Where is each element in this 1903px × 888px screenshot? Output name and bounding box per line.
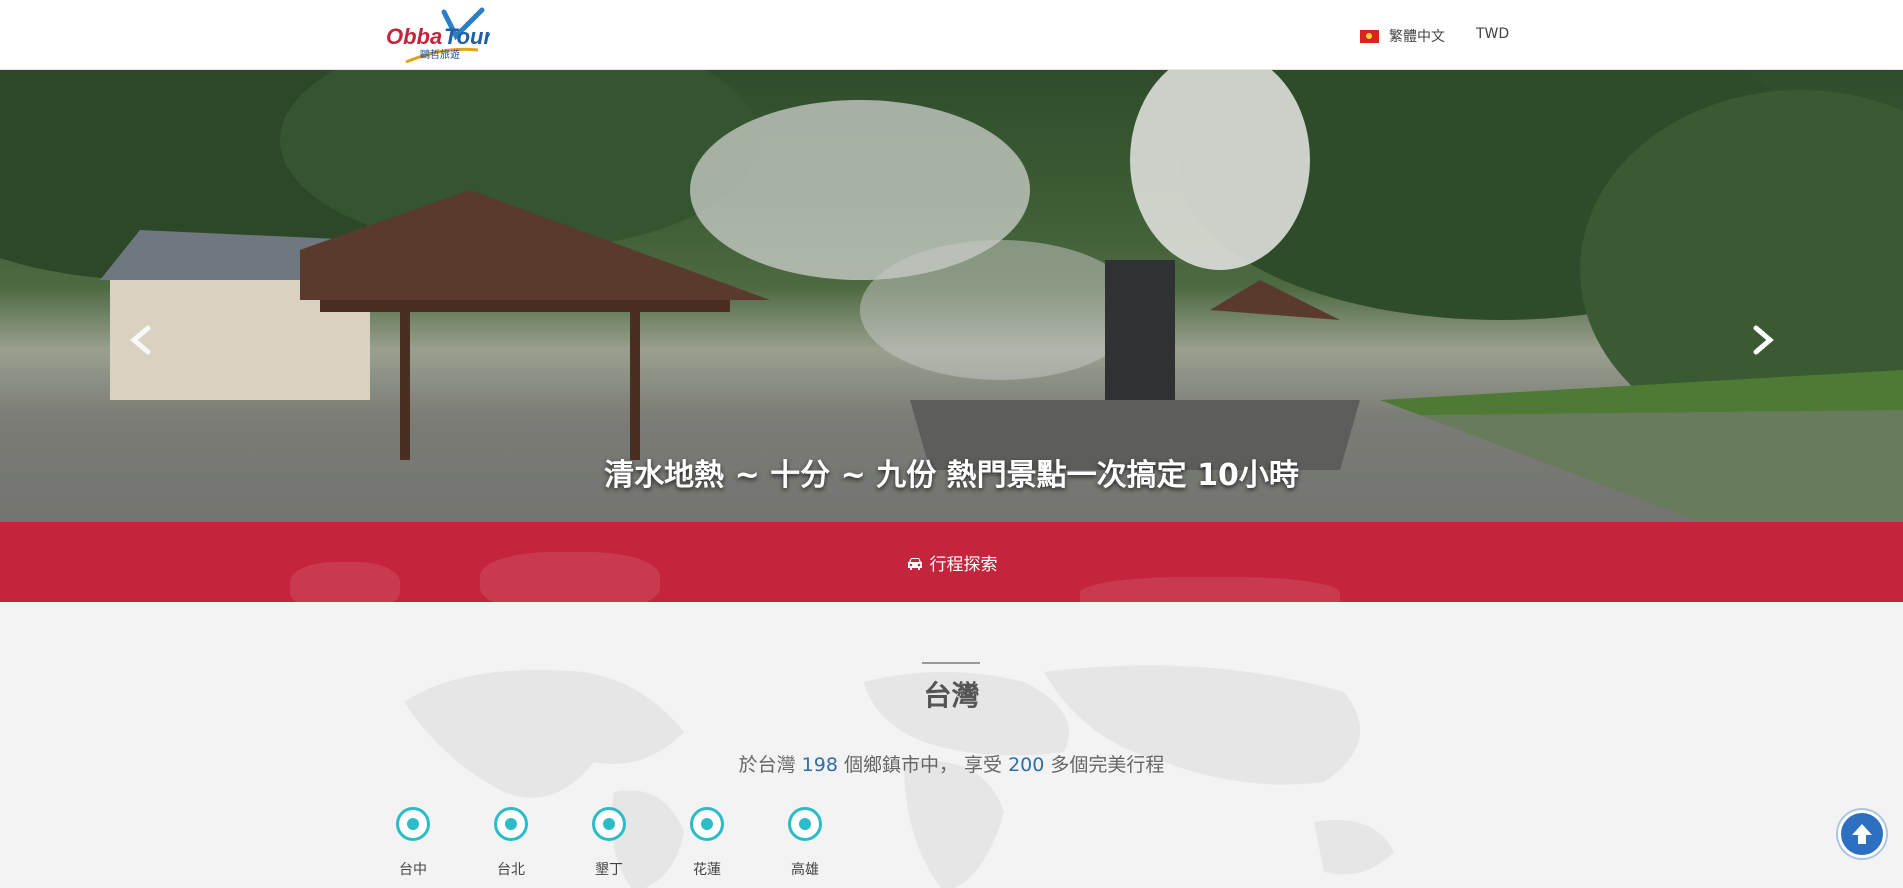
obba-tour-logo[interactable]: Obba Tour 鷗哲旅遊 bbox=[384, 6, 493, 64]
city-item-taichung[interactable]: 台中 bbox=[396, 807, 494, 879]
back-to-top-button[interactable] bbox=[1838, 810, 1886, 858]
svg-text:鷗哲旅遊: 鷗哲旅遊 bbox=[420, 48, 460, 61]
explore-label: 行程探索 bbox=[929, 555, 998, 575]
chevron-left-icon bbox=[130, 325, 151, 355]
radio-dot-icon bbox=[396, 807, 430, 841]
stats-middle: 個鄉鎮市中， 享受 bbox=[837, 754, 1009, 776]
city-label: 墾丁 bbox=[595, 862, 623, 878]
city-label: 花蓮 bbox=[693, 862, 721, 878]
chevron-right-icon bbox=[1753, 325, 1774, 355]
tours-count: 200 bbox=[1008, 754, 1045, 776]
car-icon bbox=[906, 556, 924, 577]
city-label: 台中 bbox=[399, 862, 427, 878]
logo-graphic: Obba Tour 鷗哲旅遊 bbox=[386, 7, 493, 64]
city-item-kenting[interactable]: 墾丁 bbox=[592, 807, 690, 879]
radio-dot-icon bbox=[690, 807, 724, 841]
carousel-next-button[interactable] bbox=[1742, 320, 1782, 360]
arrow-up-icon bbox=[1852, 824, 1872, 844]
radio-dot-icon bbox=[494, 807, 528, 841]
city-label: 台北 bbox=[497, 862, 525, 878]
band-decoration bbox=[1080, 577, 1340, 602]
towns-count: 198 bbox=[801, 754, 838, 776]
explore-tours-link[interactable]: 行程探索 bbox=[0, 550, 1903, 577]
radio-dot-icon bbox=[788, 807, 822, 841]
city-item-kaohsiung[interactable]: 高雄 bbox=[788, 807, 886, 879]
radio-dot-icon bbox=[592, 807, 626, 841]
svg-text:Obba: Obba bbox=[386, 24, 442, 49]
city-list: 台中 台北 墾丁 花蓮 高雄 bbox=[396, 807, 886, 879]
region-stats: 於台灣 198 個鄉鎮市中， 享受 200 多個完美行程 bbox=[0, 750, 1903, 777]
site-header: Obba Tour 鷗哲旅遊 繁體中文 TWD bbox=[0, 0, 1903, 70]
city-label: 高雄 bbox=[791, 862, 819, 878]
hero-carousel: 清水地熱 ~ 十分 ~ 九份 熱門景點一次搞定 10小時 bbox=[0, 70, 1903, 522]
stats-prefix: 於台灣 bbox=[738, 754, 802, 776]
explore-band: 行程探索 bbox=[0, 522, 1903, 602]
language-label: 繁體中文 bbox=[1389, 29, 1445, 45]
region-title: 台灣 bbox=[923, 679, 980, 712]
hero-title: 清水地熱 ~ 十分 ~ 九份 熱門景點一次搞定 10小時 bbox=[604, 458, 1299, 493]
region-section: 台灣 於台灣 198 個鄉鎮市中， 享受 200 多個完美行程 台中 台北 墾丁… bbox=[0, 602, 1903, 888]
carousel-prev-button[interactable] bbox=[122, 320, 162, 360]
svg-text:Tour: Tour bbox=[444, 24, 490, 49]
city-item-taipei[interactable]: 台北 bbox=[494, 807, 592, 879]
title-divider bbox=[922, 662, 980, 664]
currency-selector[interactable]: TWD bbox=[1476, 26, 1509, 42]
stats-suffix: 多個完美行程 bbox=[1044, 754, 1165, 776]
language-selector[interactable]: 繁體中文 bbox=[1360, 26, 1445, 46]
flag-icon bbox=[1360, 29, 1379, 43]
city-item-hualien[interactable]: 花蓮 bbox=[690, 807, 788, 879]
